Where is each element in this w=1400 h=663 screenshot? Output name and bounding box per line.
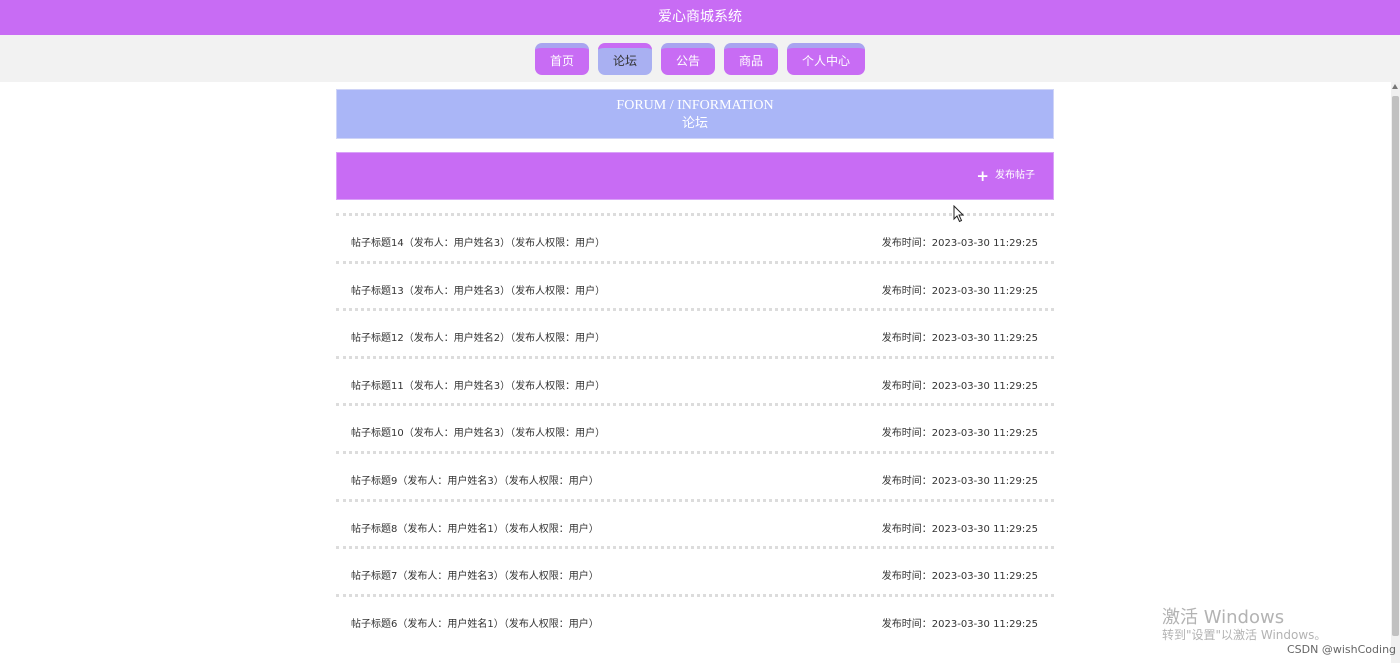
- banner-title-cn: 论坛: [681, 115, 708, 130]
- list-item[interactable]: 帖子标题10（发布人：用户姓名3）（发布人权限：用户） 发布时间：2023-03…: [336, 403, 1054, 451]
- mouse-cursor-icon: [953, 205, 965, 223]
- post-title[interactable]: 帖子标题6（发布人：用户姓名1）（发布人权限：用户）: [351, 615, 599, 630]
- nav-item-profile[interactable]: 个人中心: [787, 43, 866, 75]
- list-item[interactable]: 帖子标题14（发布人：用户姓名3）（发布人权限：用户） 发布时间：2023-03…: [336, 213, 1054, 261]
- post-title[interactable]: 帖子标题11（发布人：用户姓名3）（发布人权限：用户）: [351, 377, 605, 392]
- post-title[interactable]: 帖子标题8（发布人：用户姓名1）（发布人权限：用户）: [351, 520, 599, 535]
- main-nav: 首页 论坛 公告 商品 个人中心: [0, 43, 1400, 75]
- scroll-up-arrow-icon[interactable]: [1392, 84, 1398, 89]
- windows-activation-hint: 转到"设置"以激活 Windows。: [1162, 628, 1327, 642]
- publish-post-button[interactable]: + 发布帖子: [976, 168, 1035, 184]
- list-item[interactable]: 帖子标题8（发布人：用户姓名1）（发布人权限：用户） 发布时间：2023-03-…: [336, 498, 1054, 547]
- list-item[interactable]: 帖子标题11（发布人：用户姓名3）（发布人权限：用户） 发布时间：2023-03…: [336, 355, 1054, 404]
- app-title: 爱心商城系统: [658, 9, 742, 25]
- banner-title-en: FORUM / INFORMATION: [616, 98, 774, 113]
- list-item[interactable]: 帖子标题7（发布人：用户姓名3）（发布人权限：用户） 发布时间：2023-03-…: [336, 546, 1054, 594]
- post-time: 发布时间：2023-03-30 11:29:25: [881, 333, 1038, 345]
- post-time: 发布时间：2023-03-30 11:29:25: [881, 523, 1038, 535]
- nav-strip: 首页 论坛 公告 商品 个人中心: [0, 35, 1400, 82]
- nav-item-forum[interactable]: 论坛: [597, 43, 652, 75]
- nav-item-products[interactable]: 商品: [724, 43, 779, 75]
- nav-item-home[interactable]: 首页: [534, 43, 589, 75]
- list-item[interactable]: 帖子标题12（发布人：用户姓名2）（发布人权限：用户） 发布时间：2023-03…: [336, 308, 1054, 356]
- post-title[interactable]: 帖子标题10（发布人：用户姓名3）（发布人权限：用户）: [351, 424, 605, 439]
- post-title[interactable]: 帖子标题13（发布人：用户姓名3）（发布人权限：用户）: [351, 282, 605, 297]
- post-time: 发布时间：2023-03-30 11:29:25: [881, 475, 1038, 487]
- nav-item-notice[interactable]: 公告: [660, 43, 715, 75]
- post-time: 发布时间：2023-03-30 11:29:25: [881, 285, 1038, 297]
- post-title[interactable]: 帖子标题12（发布人：用户姓名2）（发布人权限：用户）: [351, 329, 605, 344]
- post-list: 帖子标题14（发布人：用户姓名3）（发布人权限：用户） 发布时间：2023-03…: [336, 213, 1054, 641]
- forum-toolbar: + 发布帖子: [336, 152, 1054, 200]
- post-time: 发布时间：2023-03-30 11:29:25: [881, 380, 1038, 392]
- publish-post-label: 发布帖子: [995, 170, 1035, 181]
- post-title[interactable]: 帖子标题14（发布人：用户姓名3）（发布人权限：用户）: [351, 234, 605, 249]
- list-item[interactable]: 帖子标题9（发布人：用户姓名3）（发布人权限：用户） 发布时间：2023-03-…: [336, 450, 1054, 499]
- post-time: 发布时间：2023-03-30 11:29:25: [881, 618, 1038, 630]
- forum-banner: FORUM / INFORMATION 论坛: [336, 89, 1054, 139]
- csdn-credit: CSDN @wishCoding: [1287, 643, 1397, 656]
- post-title[interactable]: 帖子标题9（发布人：用户姓名3）（发布人权限：用户）: [351, 472, 599, 487]
- post-time: 发布时间：2023-03-30 11:29:25: [881, 571, 1038, 583]
- list-item[interactable]: 帖子标题13（发布人：用户姓名3）（发布人权限：用户） 发布时间：2023-03…: [336, 260, 1054, 309]
- page-scrollbar[interactable]: [1391, 82, 1400, 663]
- post-time: 发布时间：2023-03-30 11:29:25: [881, 428, 1038, 440]
- list-item[interactable]: 帖子标题6（发布人：用户姓名1）（发布人权限：用户） 发布时间：2023-03-…: [336, 593, 1054, 642]
- post-time: 发布时间：2023-03-30 11:29:25: [881, 238, 1038, 249]
- app-header: 爱心商城系统: [0, 0, 1400, 35]
- plus-icon: +: [976, 167, 989, 185]
- scrollbar-thumb[interactable]: [1392, 96, 1399, 636]
- post-title[interactable]: 帖子标题7（发布人：用户姓名3）（发布人权限：用户）: [351, 567, 599, 582]
